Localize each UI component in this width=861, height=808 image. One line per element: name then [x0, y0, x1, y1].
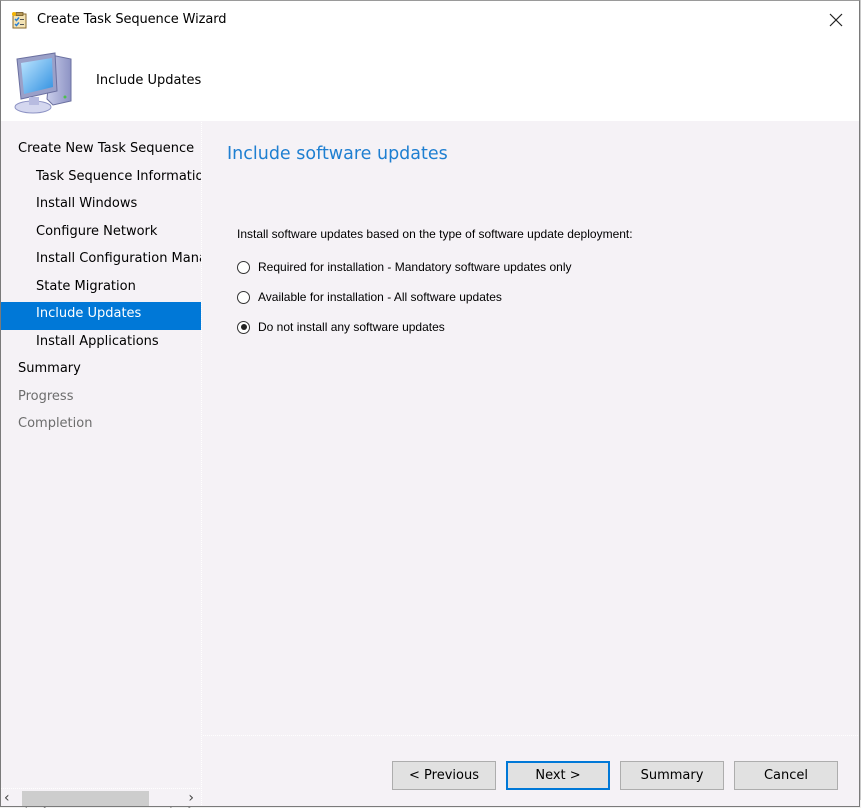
- scroll-right-icon[interactable]: ›: [188, 790, 194, 806]
- radio-label: Do not install any software updates: [258, 320, 445, 334]
- steps-list: Create New Task Sequence Task Sequence In…: [1, 137, 201, 440]
- scroll-left-icon[interactable]: ‹: [4, 790, 10, 806]
- wizard-content: Include software updates Install softwar…: [203, 122, 859, 736]
- horizontal-scrollbar[interactable]: ‹ ›: [1, 788, 201, 806]
- close-icon: [829, 12, 843, 31]
- radio-label: Available for installation - All softwar…: [258, 290, 502, 304]
- radio-label: Required for installation - Mandatory so…: [258, 260, 572, 274]
- previous-button[interactable]: < Previous: [392, 761, 496, 790]
- sidebar-step-progress: Progress: [18, 388, 74, 404]
- window-title: Create Task Sequence Wizard: [37, 12, 227, 27]
- radio-required-updates[interactable]: Required for installation - Mandatory so…: [237, 258, 572, 276]
- summary-button[interactable]: Summary: [620, 761, 724, 790]
- radio-button[interactable]: [237, 260, 250, 274]
- radio-no-updates[interactable]: Do not install any software updates: [237, 318, 445, 336]
- sidebar-step-install-applications[interactable]: Install Applications: [1, 330, 201, 358]
- wizard-steps-sidebar: Create New Task Sequence Task Sequence In…: [1, 122, 202, 806]
- scrollbar-thumb[interactable]: [22, 791, 149, 806]
- sidebar-step-create-new-task-sequence[interactable]: Create New Task Sequence: [1, 137, 201, 165]
- sidebar-step-install-windows[interactable]: Install Windows: [1, 192, 201, 220]
- cancel-button[interactable]: Cancel: [734, 761, 838, 790]
- instruction-text: Install software updates based on the ty…: [237, 227, 633, 241]
- title-bar: Create Task Sequence Wizard: [1, 1, 859, 41]
- next-button[interactable]: Next >: [506, 761, 610, 790]
- wizard-header: Include Updates: [1, 41, 859, 121]
- header-title: Include Updates: [96, 73, 202, 88]
- wizard-window: Create Task Sequence Wizard Include Upda…: [0, 0, 860, 807]
- radio-available-updates[interactable]: Available for installation - All softwar…: [237, 288, 502, 306]
- sidebar-step-install-configuration-manager[interactable]: Install Configuration Manager: [1, 247, 201, 275]
- computer-icon: [9, 49, 75, 115]
- sidebar-step-configure-network[interactable]: Configure Network: [1, 220, 201, 248]
- close-button[interactable]: [813, 1, 859, 41]
- sidebar-step-completion: Completion: [18, 416, 93, 431]
- sidebar-step-task-sequence-information[interactable]: Task Sequence Information: [1, 165, 201, 193]
- sidebar-step-state-migration[interactable]: State Migration: [1, 275, 201, 303]
- sidebar-step-include-updates[interactable]: Include Updates: [1, 302, 201, 330]
- wizard-checklist-icon: [11, 11, 29, 29]
- wizard-footer: < Previous Next > Summary Cancel: [203, 737, 859, 806]
- radio-button[interactable]: [237, 320, 250, 334]
- sidebar-step-summary[interactable]: Summary: [1, 357, 201, 385]
- page-heading: Include software updates: [227, 144, 448, 164]
- radio-button[interactable]: [237, 290, 250, 304]
